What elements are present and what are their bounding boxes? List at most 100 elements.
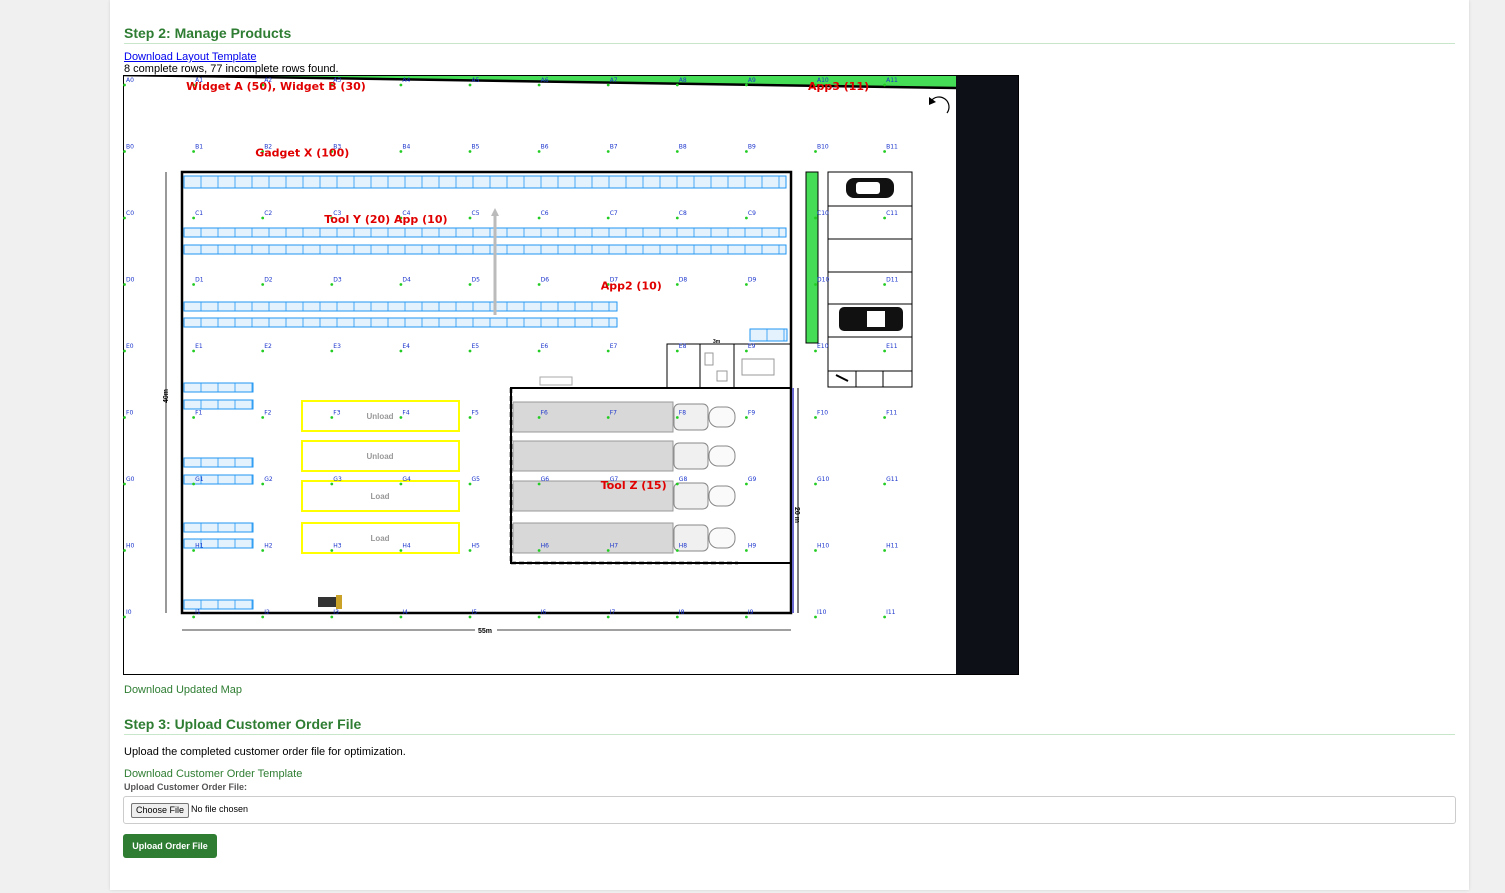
- grid-cell-label: A0: [126, 77, 134, 84]
- grid-cell-label: G3: [333, 476, 342, 483]
- step3-description: Upload the completed customer order file…: [124, 746, 406, 758]
- grid-cell-label: G0: [126, 476, 135, 483]
- grid-cell-label: I8: [679, 609, 685, 616]
- grid-cell-label: D0: [126, 277, 135, 284]
- grid-dot: [330, 349, 334, 353]
- grid-cell-label: G1: [195, 476, 204, 483]
- product-label: Gadget X (100): [255, 147, 349, 160]
- grid-cell-label: F5: [472, 410, 479, 417]
- grid-cell-label: F1: [195, 410, 202, 417]
- grid-dot: [537, 416, 541, 419]
- grid-dot: [399, 482, 403, 486]
- grid-dot: [745, 482, 748, 486]
- grid-dot: [814, 349, 817, 353]
- grid-dot: [399, 283, 403, 286]
- grid-dot: [192, 482, 195, 486]
- map-background: [123, 75, 1019, 675]
- grid-dot: [814, 150, 817, 153]
- zone-label: Load: [370, 492, 389, 501]
- grid-dot: [537, 83, 541, 87]
- grid-cell-label: H0: [126, 543, 135, 550]
- grid-cell-label: G6: [541, 476, 550, 483]
- download-layout-template-link[interactable]: Download Layout Template: [124, 51, 257, 63]
- grid-cell-label: E4: [402, 343, 410, 350]
- grid-cell-label: C0: [126, 210, 134, 217]
- trailer: [512, 522, 674, 554]
- grid-cell-label: A4: [402, 77, 410, 84]
- download-updated-map-link[interactable]: Download Updated Map: [124, 684, 242, 696]
- grid-cell-label: C1: [195, 210, 203, 217]
- grid-cell-label: C9: [748, 210, 756, 217]
- grid-dot: [675, 83, 679, 87]
- grid-cell-label: E0: [126, 343, 134, 350]
- grid-cell-label: B9: [748, 144, 756, 151]
- grid-cell-label: I11: [886, 609, 896, 616]
- product-label: Tool Y (20) App (10): [324, 213, 447, 226]
- truck-nose: [708, 527, 736, 549]
- grid-dot: [883, 549, 886, 552]
- grid-cell-label: I2: [264, 609, 270, 616]
- upload-order-button[interactable]: Upload Order File: [123, 834, 217, 858]
- grid-dot: [883, 416, 886, 419]
- grid-dot: [192, 150, 195, 153]
- grid-dot: [883, 150, 886, 153]
- choose-file-button[interactable]: Choose File: [131, 803, 190, 818]
- grid-cell-label: F3: [333, 410, 340, 417]
- grid-dot: [745, 216, 748, 220]
- grid-cell-label: E7: [610, 343, 618, 350]
- grid-cell-label: I10: [817, 609, 827, 616]
- grid-dot: [123, 416, 126, 419]
- grid-dot: [468, 549, 472, 552]
- grid-cell-label: A9: [748, 77, 756, 84]
- grid-dot: [883, 283, 886, 286]
- grid-cell-label: H9: [748, 543, 757, 550]
- rack-row: [183, 227, 787, 238]
- grid-dot: [468, 150, 472, 153]
- file-input[interactable]: Choose File No file chosen: [123, 796, 1456, 824]
- grid-dot: [606, 349, 610, 353]
- grid-cell-label: D6: [541, 277, 550, 284]
- grid-cell-label: H11: [886, 543, 898, 550]
- grid-cell-label: D3: [333, 277, 342, 284]
- grid-dot: [814, 283, 817, 286]
- grid-dot: [745, 83, 748, 87]
- car-window: [856, 182, 880, 194]
- height-dim-label: 40m: [163, 389, 170, 403]
- grid-cell-label: E3: [333, 343, 341, 350]
- grid-cell-label: E8: [679, 343, 687, 350]
- grid-dot: [123, 482, 126, 486]
- grid-dot: [745, 283, 748, 286]
- grid-cell-label: G9: [748, 476, 757, 483]
- grid-dot: [537, 549, 541, 552]
- grid-dot: [883, 83, 886, 87]
- grid-cell-label: E10: [817, 343, 829, 350]
- grid-dot: [123, 150, 126, 153]
- grid-dot: [537, 615, 541, 619]
- grid-dot: [399, 150, 403, 153]
- grid-dot: [468, 416, 472, 419]
- grid-cell-label: E5: [472, 343, 480, 350]
- grid-cell-label: C6: [541, 210, 549, 217]
- grid-cell-label: G5: [472, 476, 481, 483]
- rack-row: [749, 328, 788, 342]
- grid-cell-label: G11: [886, 476, 898, 483]
- grid-dot: [192, 216, 195, 220]
- grid-dot: [330, 283, 334, 286]
- grid-dot: [606, 416, 610, 419]
- step3-divider: [124, 734, 1455, 735]
- truck-window: [867, 311, 885, 327]
- download-order-template-link[interactable]: Download Customer Order Template: [124, 768, 302, 780]
- rack-row: [183, 244, 787, 255]
- dock-dim-label: 20 m: [793, 507, 800, 523]
- grid-dot: [123, 216, 126, 220]
- file-upload-label: Upload Customer Order File:: [124, 782, 248, 792]
- grid-dot: [537, 216, 541, 220]
- grid-dot: [261, 615, 265, 619]
- truck-nose: [708, 445, 736, 467]
- grid-dot: [745, 349, 748, 353]
- grid-dot: [606, 83, 610, 87]
- product-label: App2 (10): [601, 280, 662, 293]
- grid-cell-label: A5: [472, 77, 480, 84]
- product-label: App3 (11): [808, 80, 869, 93]
- forklift-icon: [318, 597, 336, 607]
